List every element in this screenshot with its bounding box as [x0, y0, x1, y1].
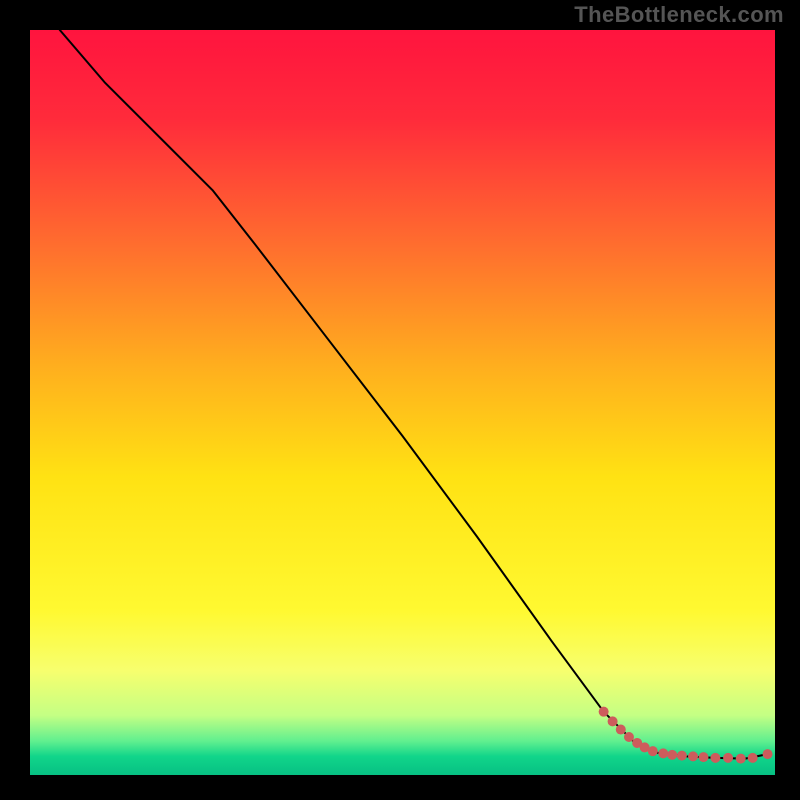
scatter-point	[624, 732, 634, 742]
scatter-point	[648, 746, 658, 756]
scatter-point	[667, 750, 677, 760]
scatter-point	[608, 716, 618, 726]
scatter-point	[616, 725, 626, 735]
scatter-point	[658, 748, 668, 758]
scatter-point	[698, 752, 708, 762]
gradient-background	[30, 30, 775, 775]
scatter-point	[736, 754, 746, 764]
scatter-point	[748, 753, 758, 763]
scatter-point	[723, 753, 733, 763]
scatter-point	[763, 749, 773, 759]
plot-area	[30, 30, 775, 775]
scatter-point	[599, 707, 609, 717]
chart-frame: TheBottleneck.com	[0, 0, 800, 800]
watermark-text: TheBottleneck.com	[574, 2, 784, 28]
scatter-point	[677, 751, 687, 761]
scatter-point	[710, 753, 720, 763]
scatter-point	[688, 751, 698, 761]
chart-svg	[30, 30, 775, 775]
